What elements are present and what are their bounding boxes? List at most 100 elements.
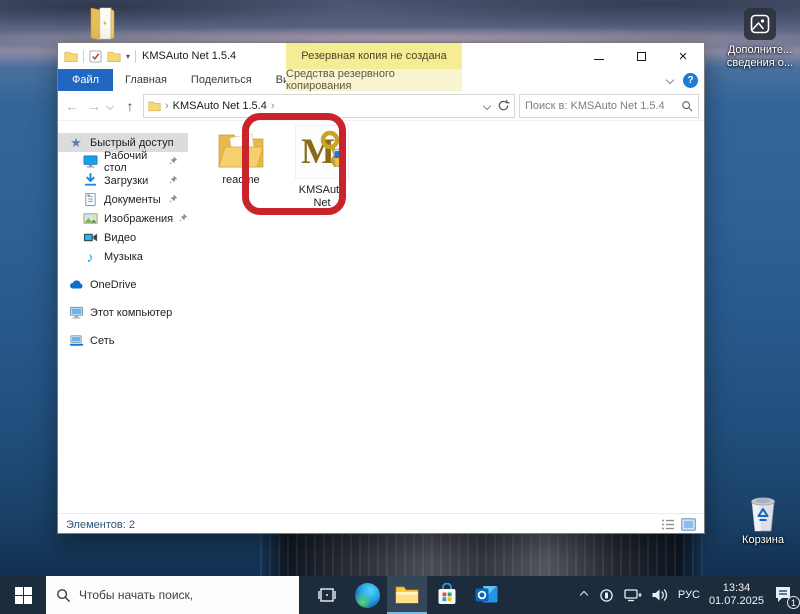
volume-tray-icon[interactable] (651, 587, 669, 603)
sidebar-item-pictures[interactable]: Изображения (58, 209, 188, 228)
sidebar-item-desktop[interactable]: Рабочий стол (58, 150, 188, 174)
language-indicator[interactable]: РУС (678, 589, 700, 601)
menu-file[interactable]: Файл (58, 69, 114, 91)
file-explorer-button[interactable] (387, 576, 427, 614)
network-tray-icon[interactable] (624, 587, 642, 603)
desktop-photo-file[interactable]: Дополните... сведения о... (716, 8, 800, 70)
star-icon: ★ (70, 134, 82, 150)
kmsauto-app-icon: M (294, 124, 350, 180)
qat-customize-icon[interactable]: ▾ (126, 52, 130, 61)
close-button[interactable]: × (662, 43, 704, 69)
quick-access-toolbar: ▾ (58, 49, 137, 63)
minimize-button[interactable] (578, 43, 620, 69)
sidebar-item-onedrive[interactable]: OneDrive (58, 275, 188, 294)
action-center-button[interactable]: 1 (773, 584, 800, 609)
search-icon (682, 100, 693, 112)
file-label: KMSAuto Net (298, 184, 346, 209)
new-folder-icon[interactable] (107, 50, 121, 63)
tray-expand-icon[interactable] (579, 590, 589, 600)
explorer-search-box[interactable] (519, 93, 699, 118)
pin-icon (169, 175, 178, 187)
pin-icon (169, 156, 178, 168)
outlook-icon (475, 586, 498, 603)
properties-icon[interactable] (89, 49, 102, 63)
device-tray-icon[interactable] (598, 587, 615, 604)
onedrive-cloud-icon (68, 277, 84, 293)
menu-home[interactable]: Главная (113, 69, 179, 91)
taskbar: РУС 13:34 01.07.2025 1 (0, 576, 800, 614)
help-button[interactable]: ? (683, 72, 698, 88)
pictures-icon (82, 211, 98, 227)
edge-button[interactable] (347, 576, 387, 614)
task-view-button[interactable] (307, 576, 347, 614)
sidebar-item-music[interactable]: ♪ Музыка (58, 247, 188, 266)
desktop-icon (82, 154, 98, 170)
toolbar-separator (83, 49, 84, 63)
clock-date: 01.07.2025 (708, 595, 764, 607)
store-icon (438, 583, 456, 604)
title-bar[interactable]: ▾ KMSAuto Net 1.5.4 Резервная копия не с… (58, 43, 704, 69)
start-button[interactable] (0, 576, 46, 614)
svg-text:M: M (301, 131, 335, 171)
desktop-folder-icon[interactable] (84, 5, 118, 47)
address-path-box[interactable]: › KMSAuto Net 1.5.4 › (143, 93, 515, 118)
open-folder-icon (90, 7, 115, 41)
ribbon-menu: Файл Главная Поделиться Вид Средства рез… (58, 68, 704, 92)
edge-icon (354, 582, 380, 608)
file-list-area[interactable]: readme M KMSAuto Net (188, 121, 704, 513)
address-folder-icon (148, 101, 161, 111)
photo-file-icon (744, 8, 776, 40)
wallpaper-pier (260, 531, 706, 576)
file-explorer-icon (395, 586, 419, 604)
sidebar-item-videos[interactable]: Видео (58, 228, 188, 247)
sidebar-item-network[interactable]: Сеть (58, 331, 188, 350)
documents-icon (82, 192, 98, 208)
file-kmsauto-net[interactable]: M KMSAuto Net (282, 124, 362, 210)
recycle-bin[interactable]: Корзина (727, 494, 799, 547)
ribbon-collapse-icon[interactable] (665, 75, 675, 85)
file-label: readme (222, 174, 260, 186)
windows-logo-icon (14, 586, 32, 604)
search-icon (57, 588, 71, 602)
navigation-pane: ★ Быстрый доступ Рабочий стол Загрузки Д… (58, 121, 188, 513)
thumbnail-view-button[interactable] (681, 518, 696, 531)
file-readme[interactable]: readme (208, 129, 274, 187)
sidebar-item-documents[interactable]: Документы (58, 190, 188, 209)
window-title: KMSAuto Net 1.5.4 (142, 50, 237, 62)
recent-locations-icon[interactable] (105, 101, 115, 110)
taskbar-search-box[interactable] (46, 576, 299, 614)
taskbar-search-input[interactable] (79, 588, 289, 602)
menu-backup-tools[interactable]: Средства резервного копирования (286, 68, 462, 92)
recycle-bin-label: Корзина (742, 534, 784, 546)
item-count: Элементов: 2 (66, 518, 135, 531)
notification-badge: 1 (787, 596, 800, 609)
back-button[interactable]: ← (63, 99, 81, 113)
downloads-icon (82, 173, 98, 189)
videos-icon (82, 230, 98, 246)
maximize-button[interactable] (620, 43, 662, 69)
network-icon (68, 333, 84, 349)
address-dropdown-icon[interactable] (482, 101, 492, 110)
up-button[interactable]: ↑ (121, 99, 139, 113)
task-view-icon (318, 588, 336, 602)
backup-banner-tab[interactable]: Резервная копия не создана (286, 43, 462, 69)
explorer-window: ▾ KMSAuto Net 1.5.4 Резервная копия не с… (57, 42, 705, 534)
explorer-search-input[interactable] (525, 99, 681, 112)
menu-share[interactable]: Поделиться (179, 69, 264, 91)
breadcrumb[interactable]: KMSAuto Net 1.5.4 (173, 100, 267, 112)
recycle-bin-icon (751, 497, 775, 532)
clock[interactable]: 13:34 01.07.2025 (709, 582, 764, 608)
system-tray: РУС 13:34 01.07.2025 1 (579, 576, 800, 614)
music-icon: ♪ (86, 248, 94, 265)
forward-button[interactable]: → (85, 99, 103, 113)
caption-buttons: × (578, 43, 704, 69)
sidebar-item-downloads[interactable]: Загрузки (58, 171, 188, 190)
store-button[interactable] (427, 576, 467, 614)
clock-time: 13:34 (722, 582, 751, 594)
outlook-button[interactable] (467, 576, 507, 614)
toolbar-separator (135, 49, 137, 63)
explorer-window-icon (64, 51, 78, 62)
sidebar-item-this-pc[interactable]: Этот компьютер (58, 303, 188, 322)
refresh-icon[interactable] (497, 99, 510, 112)
details-view-button[interactable] (661, 518, 675, 531)
